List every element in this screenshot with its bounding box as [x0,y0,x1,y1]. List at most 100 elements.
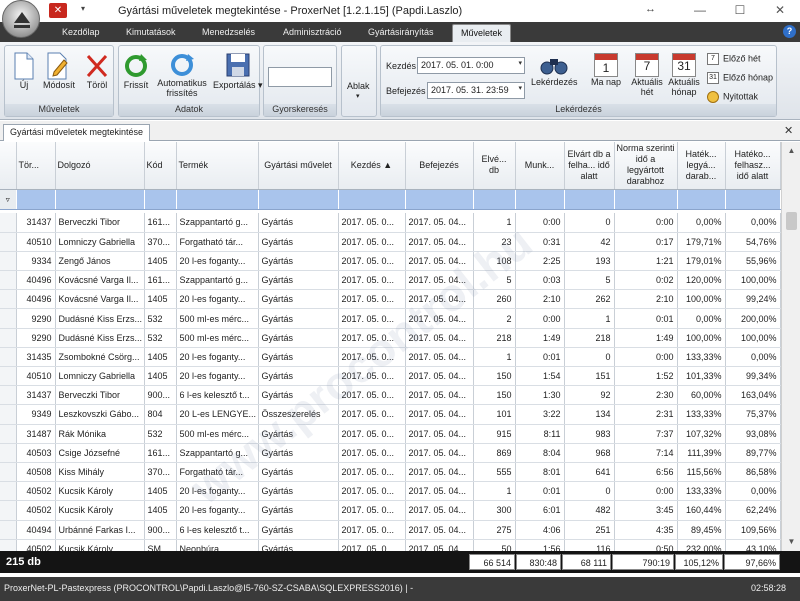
scroll-up-icon[interactable]: ▲ [782,142,800,160]
cell-termek[interactable]: 20 l-es foganty... [176,347,259,368]
cell-muvelet[interactable]: Gyártás [258,289,339,310]
cell-termek[interactable]: 6 l-es kelesztő t... [176,385,259,406]
cell-befejezes[interactable]: 2017. 05. 04... [405,500,474,521]
cell-tor[interactable]: 9290 [16,308,56,329]
cell-elvart-db[interactable]: 1 [564,308,615,329]
table-row[interactable]: 9290 Dudásné Kiss Erzs... 532 500 ml-es mér… [0,308,781,329]
delete-button[interactable]: Töröl [85,52,109,90]
cell-tor[interactable]: 31437 [16,385,56,406]
cell-munka[interactable]: 2:10 [515,289,565,310]
quick-access-dropdown-icon[interactable]: ▾ [81,4,85,13]
quick-search-input[interactable] [268,67,332,87]
cell-elvart-db[interactable]: 151 [564,366,615,387]
cell-muvelet[interactable]: Gyártás [258,462,339,483]
cell-befejezes[interactable]: 2017. 05. 04... [405,213,474,233]
cell-hatek-darab[interactable]: 0,00% [677,308,726,329]
cell-hatek-ido[interactable]: 86,58% [725,462,781,483]
cell-kod[interactable]: 532 [144,308,177,329]
cell-kod[interactable]: 532 [144,424,177,444]
cell-elve-db[interactable]: 5 [473,270,516,291]
table-row[interactable]: 40502 Kucsik Károly 1405 20 l-es foganty...… [0,500,781,521]
cell-tor[interactable]: 31487 [16,424,56,444]
cell-hatek-ido[interactable]: 93,08% [725,424,781,444]
modify-button[interactable]: Módosít [43,52,75,90]
cell-befejezes[interactable]: 2017. 05. 04... [405,289,474,310]
row-indicator[interactable] [0,251,17,272]
cell-hatek-ido[interactable]: 54,76% [725,232,781,252]
quick-access-close-icon[interactable]: ✕ [49,3,67,18]
cell-kod[interactable]: 1405 [144,481,177,502]
cell-tor[interactable]: 40510 [16,232,56,252]
cell-dolgozo[interactable]: Berveczki Tibor [55,213,145,233]
table-row[interactable]: 40508 Kiss Mihály 370... Forgatható tár... G… [0,462,781,483]
cell-kezdes[interactable]: 2017. 05. 0... [338,404,406,425]
cell-tor[interactable]: 9334 [16,251,56,272]
cell-norma[interactable]: 1:52 [614,366,678,387]
cell-munka[interactable]: 8:01 [515,462,565,483]
cell-befejezes[interactable]: 2017. 05. 04... [405,232,474,252]
tab-kezdolap[interactable]: Kezdőlap [62,27,100,37]
cell-termek[interactable]: 500 ml-es mérc... [176,424,259,444]
filter-cell[interactable] [725,189,781,210]
cell-hatek-ido[interactable]: 163,04% [725,385,781,406]
cell-munka[interactable]: 2:25 [515,251,565,272]
cell-elvart-db[interactable]: 251 [564,520,615,540]
new-button[interactable]: Új [13,52,35,90]
query-button[interactable]: Lekérdezés [531,53,578,87]
filter-cell[interactable] [176,189,259,210]
table-row[interactable]: 40494 Urbánné Farkas I... 900... 6 l-es kel… [0,520,781,540]
row-indicator[interactable] [0,232,17,252]
cell-norma[interactable]: 7:14 [614,443,678,463]
cell-hatek-ido[interactable]: 89,77% [725,443,781,463]
cell-befejezes[interactable]: 2017. 05. 04... [405,308,474,329]
cell-elve-db[interactable]: 555 [473,462,516,483]
col-header-kezdes[interactable]: Kezdés ▲ [338,142,406,190]
filter-cell[interactable] [473,189,516,210]
cell-norma[interactable]: 1:49 [614,328,678,348]
cell-hatek-darab[interactable]: 179,01% [677,251,726,272]
document-tab[interactable]: Gyártási műveletek megtekintése [3,124,151,141]
cell-elvart-db[interactable]: 42 [564,232,615,252]
cell-termek[interactable]: Neonbúra [176,539,259,551]
cell-hatek-darab[interactable]: 120,00% [677,270,726,291]
cell-muvelet[interactable]: Gyártás [258,443,339,463]
cell-termek[interactable]: 6 l-es kelesztő t... [176,520,259,540]
table-row[interactable]: 31435 Zsombokné Csörg... 1405 20 l-es fogan… [0,347,781,368]
cell-hatek-darab[interactable]: 160,44% [677,500,726,521]
cell-hatek-ido[interactable]: 62,24% [725,500,781,521]
cell-elve-db[interactable]: 260 [473,289,516,310]
cell-norma[interactable]: 0:00 [614,481,678,502]
cell-termek[interactable]: 20 l-es foganty... [176,481,259,502]
cell-elve-db[interactable]: 2 [473,308,516,329]
cell-kezdes[interactable]: 2017. 05. 0... [338,366,406,387]
cell-hatek-darab[interactable]: 232,00% [677,539,726,551]
row-indicator[interactable] [0,404,17,425]
cell-elvart-db[interactable]: 193 [564,251,615,272]
cell-munka[interactable]: 8:11 [515,424,565,444]
cell-muvelet[interactable]: Gyártás [258,424,339,444]
cell-dolgozo[interactable]: Kucsik Károly [55,481,145,502]
cell-norma[interactable]: 0:00 [614,213,678,233]
cell-termek[interactable]: 20 l-es foganty... [176,366,259,387]
cell-befejezes[interactable]: 2017. 05. 04... [405,270,474,291]
cell-dolgozo[interactable]: Kucsik Károly [55,539,145,551]
cell-kezdes[interactable]: 2017. 05. 0... [338,539,406,551]
maximize-icon[interactable]: ☐ [730,3,750,17]
cell-tor[interactable]: 31435 [16,347,56,368]
cell-norma[interactable]: 0:01 [614,308,678,329]
filter-cell[interactable] [405,189,474,210]
cell-hatek-ido[interactable]: 0,00% [725,347,781,368]
resize-arrows-icon[interactable]: ↔ [645,3,656,15]
cell-elve-db[interactable]: 275 [473,520,516,540]
scroll-thumb[interactable] [786,212,797,230]
cell-hatek-darab[interactable]: 0,00% [677,213,726,233]
table-row[interactable]: 9290 Dudásné Kiss Erzs... 532 500 ml-es mér… [0,328,781,348]
cell-hatek-ido[interactable]: 99,24% [725,289,781,310]
cell-dolgozo[interactable]: Leszkovszki Gábo... [55,404,145,425]
cell-befejezes[interactable]: 2017. 05. 04... [405,520,474,540]
cell-elve-db[interactable]: 1 [473,347,516,368]
cell-muvelet[interactable]: Összeszerelés [258,404,339,425]
table-row[interactable]: 40502 Kucsik Károly 1405 20 l-es foganty...… [0,481,781,502]
export-button[interactable]: Exportálás ▾ [213,52,263,91]
cell-elve-db[interactable]: 1 [473,481,516,502]
